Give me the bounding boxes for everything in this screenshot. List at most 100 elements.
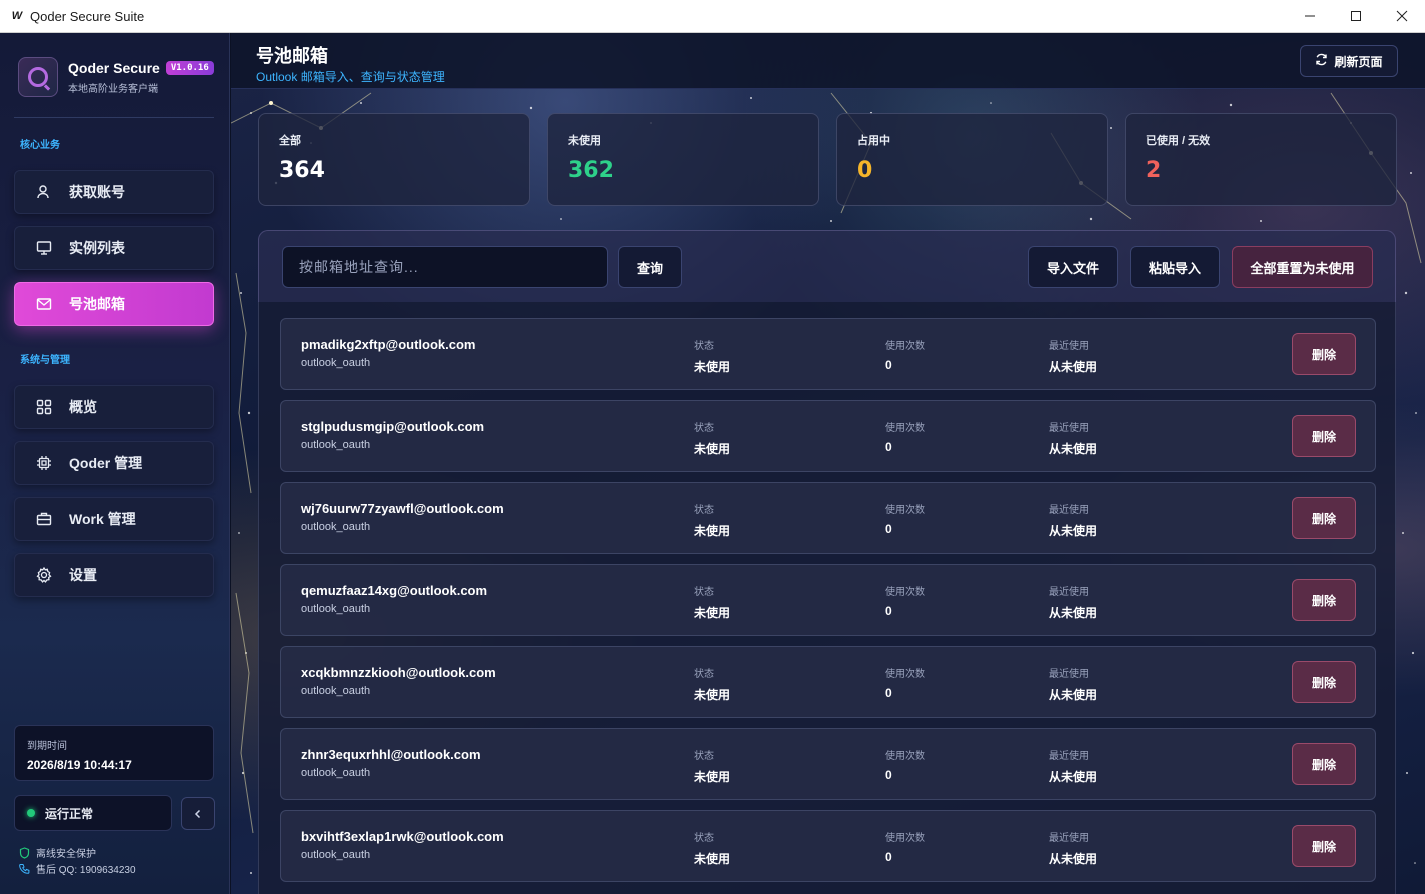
- status-key: 状态: [694, 751, 714, 762]
- sidebar-item-work-manage[interactable]: Work 管理: [14, 497, 214, 541]
- page-title: 号池邮箱: [256, 46, 328, 66]
- brand-logo-icon: [18, 57, 58, 97]
- expiry-label: 到期时间: [27, 741, 67, 752]
- delete-button[interactable]: 删除: [1292, 825, 1356, 867]
- reset-all-button[interactable]: 全部重置为未使用: [1232, 246, 1373, 288]
- delete-button[interactable]: 删除: [1292, 497, 1356, 539]
- list-item: zhnr3equxrhhl@outlook.com outlook_oauth …: [280, 728, 1376, 800]
- window-titlebar: W Qoder Secure Suite: [0, 0, 1425, 33]
- sidebar-item-qoder-manage[interactable]: Qoder 管理: [14, 441, 214, 485]
- last-used-value: 从未使用: [1049, 524, 1098, 538]
- status-text: 运行正常: [45, 806, 94, 821]
- last-used-key: 最近使用: [1049, 833, 1089, 844]
- list-item: pmadikg2xftp@outlook.com outlook_oauth 状…: [280, 318, 1376, 390]
- email-type: outlook_oauth: [301, 603, 371, 615]
- maximize-icon[interactable]: [1333, 0, 1379, 33]
- count-value: 0: [885, 686, 892, 700]
- expiry-box: 到期时间 2026/8/19 10:44:17: [14, 725, 214, 781]
- section-label-system: 系统与管理: [20, 355, 70, 366]
- paste-import-button[interactable]: 粘贴导入: [1130, 246, 1220, 288]
- section-label-core: 核心业务: [20, 140, 60, 151]
- chip-icon: [35, 454, 53, 472]
- sidebar-item-overview[interactable]: 概览: [14, 385, 214, 429]
- status-key: 状态: [694, 833, 714, 844]
- status-indicator: 运行正常: [14, 795, 172, 831]
- last-used-value: 从未使用: [1049, 442, 1098, 456]
- email-address: zhnr3equxrhhl@outlook.com: [301, 747, 481, 762]
- count-key: 使用次数: [885, 669, 925, 680]
- list-item: stglpudusmgip@outlook.com outlook_oauth …: [280, 400, 1376, 472]
- email-type: outlook_oauth: [301, 767, 371, 779]
- footer-support-text: 售后 QQ: 1909634230: [36, 865, 136, 876]
- count-value: 0: [885, 604, 892, 618]
- sidebar-item-label: 概览: [69, 399, 97, 415]
- count-value: 0: [885, 850, 892, 864]
- count-value: 0: [885, 768, 892, 782]
- refresh-page-button[interactable]: 刷新页面: [1300, 45, 1398, 77]
- brand-name: Qoder Secure: [68, 59, 160, 76]
- list-item: bxvihtf3exlap1rwk@outlook.com outlook_oa…: [280, 810, 1376, 882]
- status-dot-icon: [27, 809, 35, 817]
- count-key: 使用次数: [885, 423, 925, 434]
- delete-button[interactable]: 删除: [1292, 333, 1356, 375]
- chevron-left-icon: [194, 809, 201, 818]
- count-value: 0: [885, 358, 892, 372]
- delete-button[interactable]: 删除: [1292, 661, 1356, 703]
- status-value: 未使用: [694, 442, 731, 456]
- sidebar-item-label: Work 管理: [69, 511, 136, 527]
- email-search-input[interactable]: [282, 246, 608, 288]
- stat-card-unused: 未使用 362: [547, 113, 819, 206]
- divider: [14, 117, 214, 118]
- sidebar-item-instances[interactable]: 实例列表: [14, 226, 214, 270]
- status-value: 未使用: [694, 524, 731, 538]
- status-value: 未使用: [694, 688, 731, 702]
- email-type: outlook_oauth: [301, 439, 371, 451]
- stat-label: 占用中: [857, 135, 890, 147]
- stat-label: 已使用 / 无效: [1146, 135, 1211, 147]
- query-button[interactable]: 查询: [618, 246, 682, 288]
- delete-button[interactable]: 删除: [1292, 743, 1356, 785]
- toolbar: 查询 导入文件 粘贴导入 全部重置为未使用: [258, 230, 1396, 302]
- stat-card-total: 全部 364: [258, 113, 530, 206]
- footer-security: 离线安全保护: [18, 845, 96, 860]
- last-used-key: 最近使用: [1049, 505, 1089, 516]
- last-used-key: 最近使用: [1049, 423, 1089, 434]
- list-item: wj76uurw77zyawfl@outlook.com outlook_oau…: [280, 482, 1376, 554]
- email-address: stglpudusmgip@outlook.com: [301, 419, 485, 434]
- gear-icon: [35, 566, 53, 584]
- window-title: Qoder Secure Suite: [30, 8, 145, 24]
- refresh-label: 刷新页面: [1334, 54, 1383, 69]
- sidebar-item-mail-pool[interactable]: 号池邮箱: [14, 282, 214, 326]
- email-address: qemuzfaaz14xg@outlook.com: [301, 583, 488, 598]
- status-value: 未使用: [694, 360, 731, 374]
- stat-value: 2: [1146, 158, 1162, 183]
- last-used-value: 从未使用: [1049, 770, 1098, 784]
- minimize-icon[interactable]: [1287, 0, 1333, 33]
- count-key: 使用次数: [885, 505, 925, 516]
- last-used-value: 从未使用: [1049, 606, 1098, 620]
- last-used-key: 最近使用: [1049, 751, 1089, 762]
- collapse-sidebar-button[interactable]: [181, 797, 215, 830]
- email-type: outlook_oauth: [301, 521, 371, 533]
- count-value: 0: [885, 522, 892, 536]
- status-key: 状态: [694, 341, 714, 352]
- last-used-key: 最近使用: [1049, 669, 1089, 680]
- delete-button[interactable]: 删除: [1292, 579, 1356, 621]
- brand: Qoder Secure V1.0.16 本地高阶业务客户端: [18, 57, 214, 97]
- stat-value: 0: [857, 158, 873, 183]
- list-item: xcqkbmnzzkiooh@outlook.com outlook_oauth…: [280, 646, 1376, 718]
- mail-icon: [35, 295, 53, 313]
- delete-button[interactable]: 删除: [1292, 415, 1356, 457]
- status-value: 未使用: [694, 852, 731, 866]
- count-key: 使用次数: [885, 751, 925, 762]
- last-used-value: 从未使用: [1049, 360, 1098, 374]
- import-file-button[interactable]: 导入文件: [1028, 246, 1118, 288]
- sidebar-item-get-account[interactable]: 获取账号: [14, 170, 214, 214]
- sidebar-item-settings[interactable]: 设置: [14, 553, 214, 597]
- close-icon[interactable]: [1379, 0, 1425, 33]
- shield-icon: [18, 846, 30, 859]
- status-value: 未使用: [694, 606, 731, 620]
- briefcase-icon: [35, 510, 53, 528]
- email-address: xcqkbmnzzkiooh@outlook.com: [301, 665, 496, 680]
- email-type: outlook_oauth: [301, 357, 371, 369]
